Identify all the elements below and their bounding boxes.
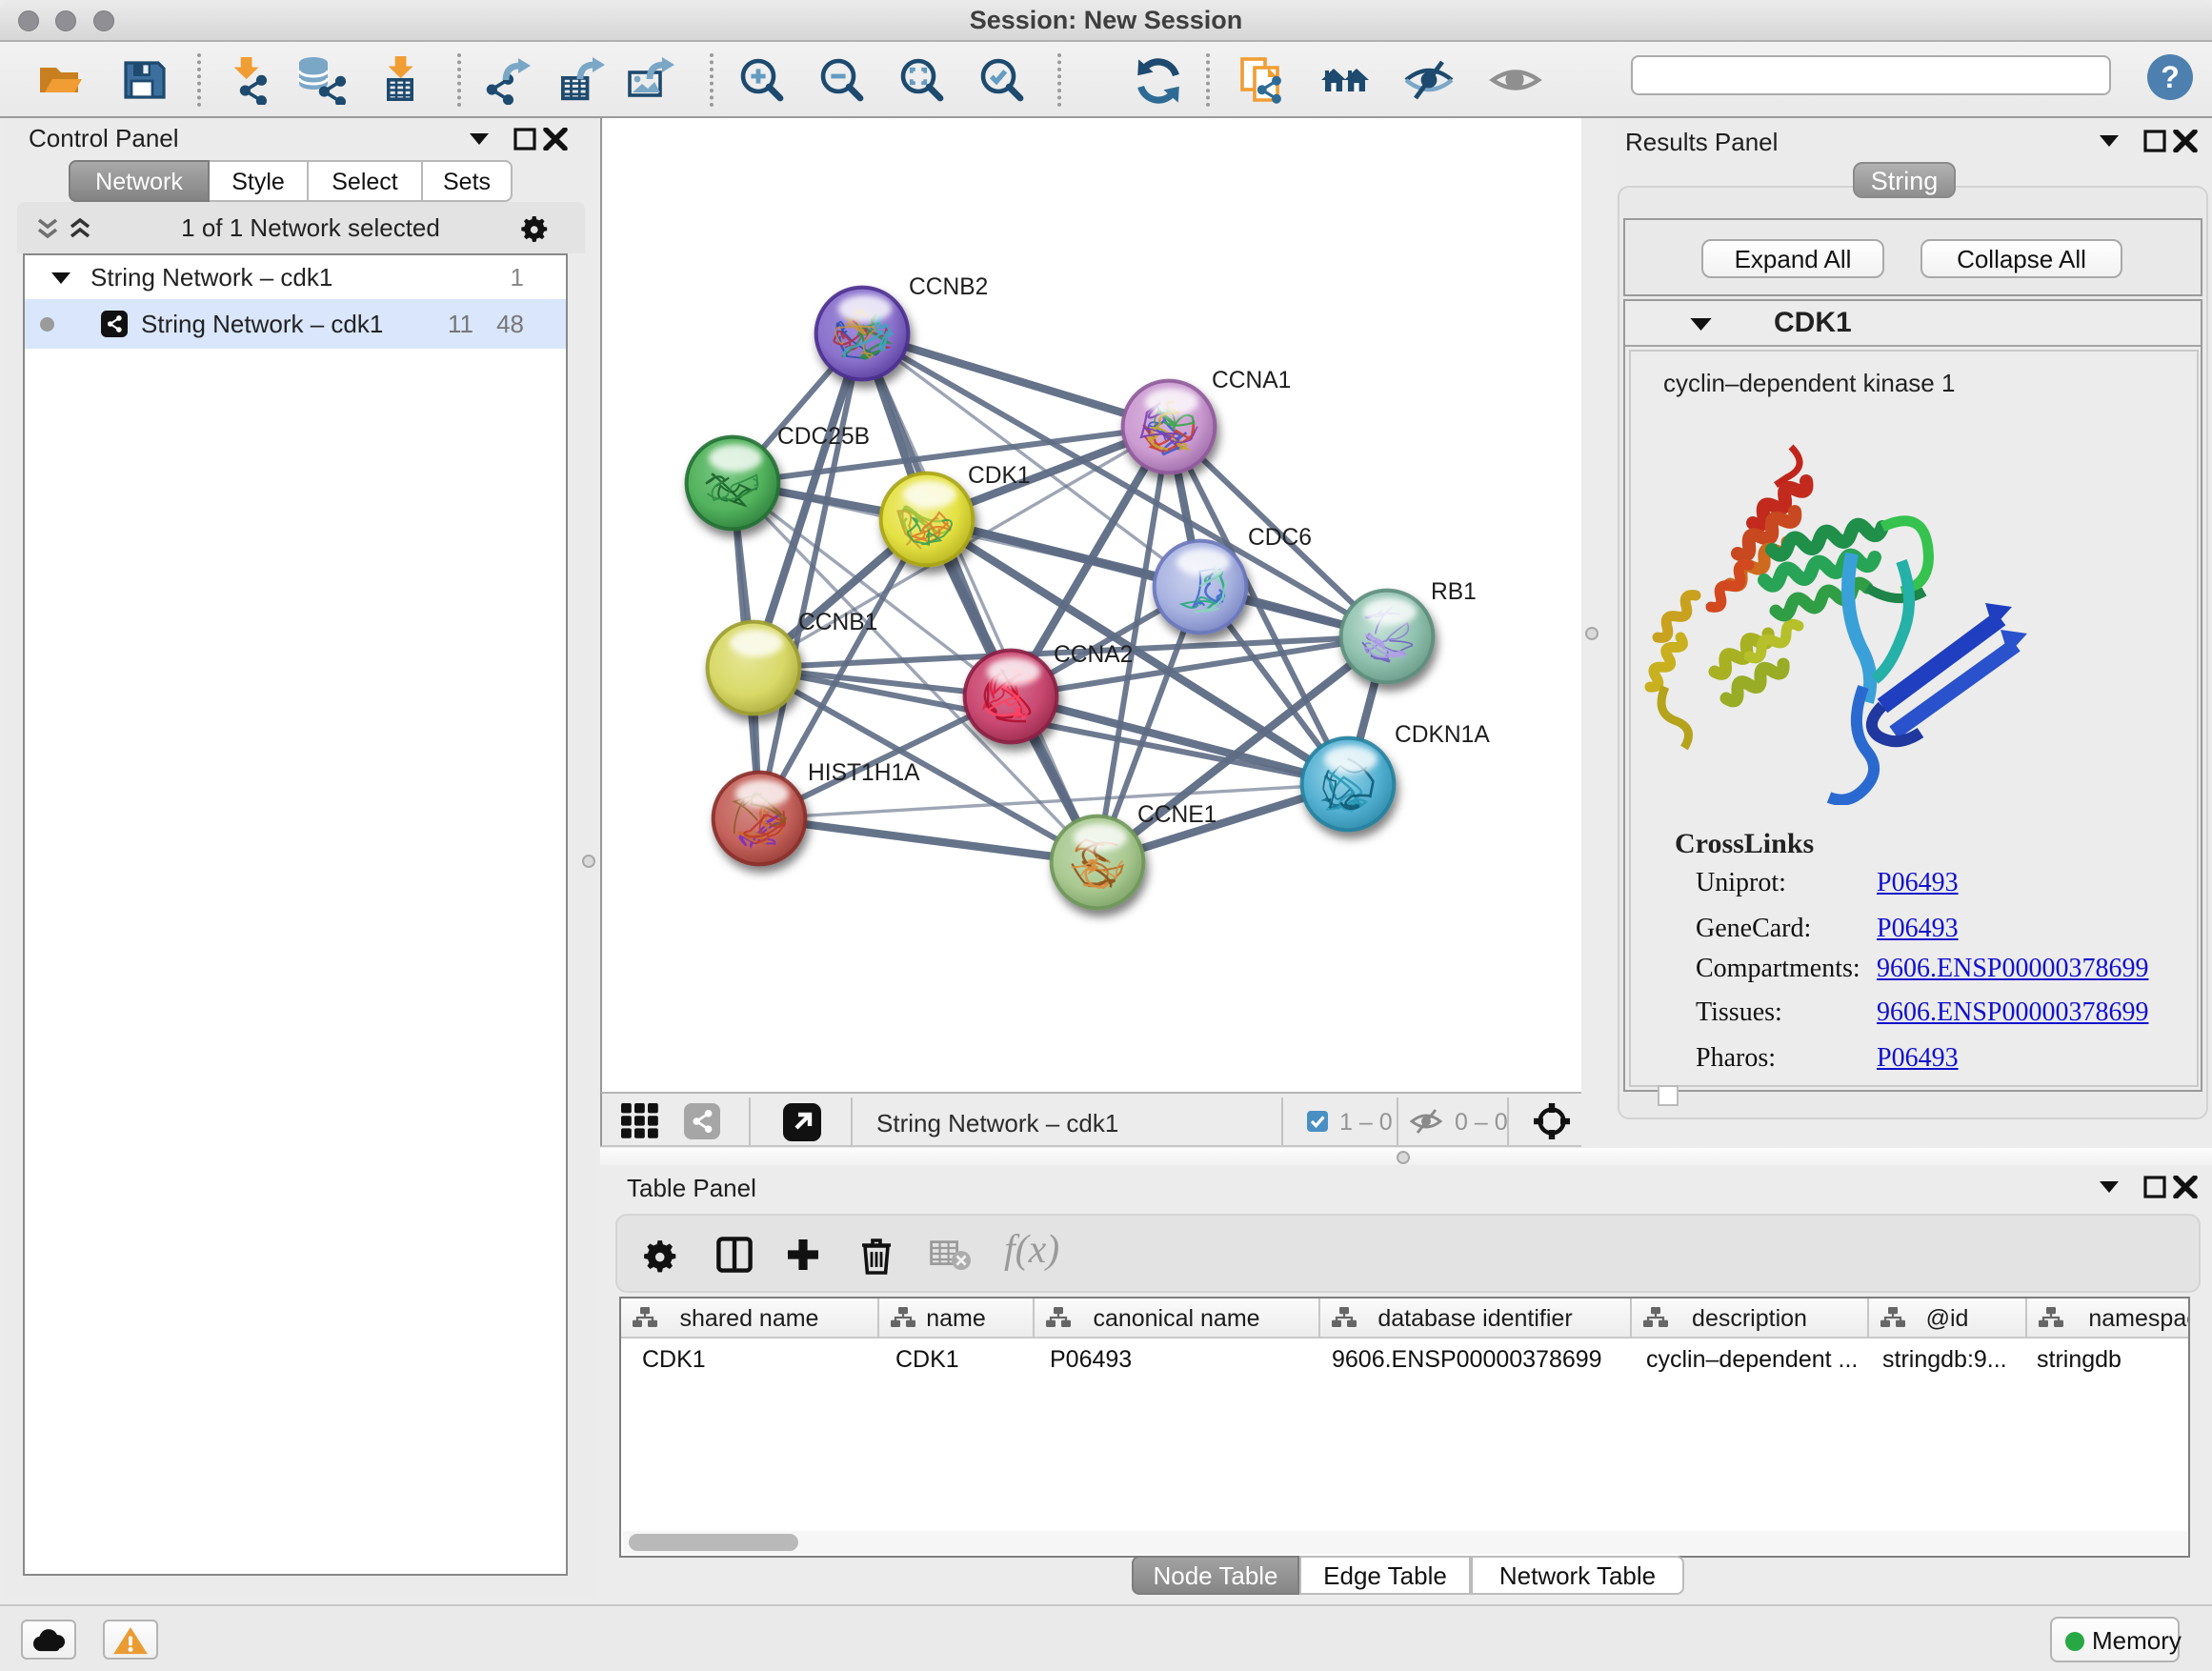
svg-text:CCNB1: CCNB1	[798, 610, 877, 635]
svg-text:CCNA1: CCNA1	[1212, 368, 1291, 393]
svg-text:HIST1H1A: HIST1H1A	[808, 760, 920, 786]
svg-text:CDK1: CDK1	[968, 463, 1031, 489]
svg-text:CDKN1A: CDKN1A	[1395, 722, 1490, 748]
svg-text:CCNE1: CCNE1	[1137, 802, 1217, 828]
svg-text:RB1: RB1	[1431, 579, 1477, 605]
svg-text:CCNA2: CCNA2	[1054, 642, 1133, 668]
svg-text:CDC6: CDC6	[1248, 525, 1312, 551]
svg-text:CCNB2: CCNB2	[909, 274, 988, 300]
svg-text:CDC25B: CDC25B	[777, 424, 870, 450]
